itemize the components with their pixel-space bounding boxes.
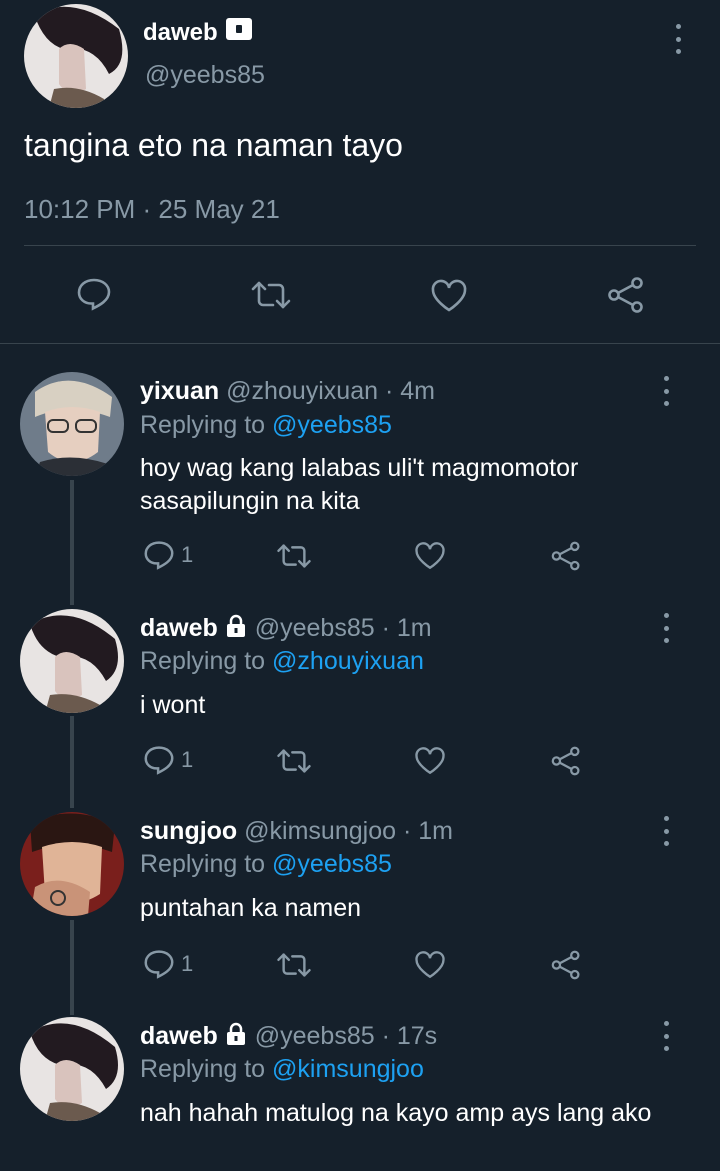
more-options-icon[interactable] [668,24,688,54]
author-handle[interactable]: @yeebs85 [145,60,265,90]
reply-handle-time: @zhouyixuan · 4m [226,377,435,405]
reply-header: sungjoo @kimsungjoo · 1m [140,816,453,846]
more-options-icon[interactable] [656,376,676,406]
reply-count: 1 [181,542,194,567]
divider [0,343,720,344]
more-options-icon[interactable] [656,816,676,846]
retweet-icon[interactable] [275,542,313,570]
reply-author-name[interactable]: daweb [140,1022,218,1050]
thread-line [70,480,74,605]
avatar[interactable] [24,4,128,108]
reply-button[interactable]: 1 [143,745,193,775]
replying-to: Replying to @yeebs85 [140,849,392,879]
reply-button[interactable]: 1 [143,540,193,570]
author-name: daweb [143,18,218,46]
reply-icon[interactable] [76,277,112,311]
like-icon[interactable] [430,279,468,313]
share-icon[interactable] [550,540,582,572]
like-icon[interactable] [414,541,446,571]
tweet-text: tangina eto na naman tayo [24,127,403,163]
reply-handle-time: @yeebs85 · 1m [254,614,432,642]
avatar[interactable] [20,372,124,476]
reply-author-name[interactable]: sungjoo [140,817,237,845]
mention-link[interactable]: @yeebs85 [272,411,392,439]
mention-link[interactable]: @zhouyixuan [272,647,424,675]
replying-to-label: Replying to [140,1055,273,1083]
reply-handle-time: @kimsungjoo · 1m [244,817,453,845]
reply-author-name[interactable]: yixuan [140,377,219,405]
thread-line [70,920,74,1015]
mention-link[interactable]: @kimsungjoo [272,1055,424,1083]
reply-text: i wont [140,691,206,719]
more-options-icon[interactable] [656,613,676,643]
share-icon[interactable] [606,276,646,314]
author-name-row: daweb [143,18,252,47]
replying-to: Replying to @zhouyixuan [140,646,424,676]
more-options-icon[interactable] [656,1021,676,1051]
avatar[interactable] [20,1017,124,1121]
mention-link[interactable]: @yeebs85 [272,850,392,878]
thread-line [70,716,74,808]
retweet-icon[interactable] [275,747,313,775]
replying-to-label: Replying to [140,850,273,878]
avatar[interactable] [20,812,124,916]
lock-icon [224,614,248,645]
divider [24,245,696,246]
reply-text: puntahan ka namen [140,894,362,922]
replying-to: Replying to @kimsungjoo [140,1054,424,1084]
replying-to: Replying to @yeebs85 [140,410,392,440]
reply-header: yixuan @zhouyixuan · 4m [140,376,435,406]
reply-icon [143,949,175,979]
share-icon[interactable] [550,745,582,777]
like-icon[interactable] [414,950,446,980]
reply-header: daweb @yeebs85 · 17s [140,1021,437,1053]
replying-to-label: Replying to [140,647,273,675]
reply-handle-time: @yeebs85 · 17s [254,1022,438,1050]
reply-text: hoy wag kang lalabas uli't magmomotor sa… [140,454,579,515]
like-icon[interactable] [414,746,446,776]
reply-button[interactable]: 1 [143,949,193,979]
retweet-icon[interactable] [275,951,313,979]
share-icon[interactable] [550,949,582,981]
reply-icon [143,540,175,570]
reply-icon [143,745,175,775]
reply-text: nah hahah matulog na kayo amp ays lang a… [140,1099,652,1127]
reply-author-name[interactable]: daweb [140,614,218,642]
lock-icon [224,1022,248,1053]
reply-count: 1 [181,951,194,976]
replying-to-label: Replying to [140,411,273,439]
reply-count: 1 [181,747,194,772]
avatar[interactable] [20,609,124,713]
tweet-timestamp[interactable]: 10:12 PM · 25 May 21 [24,193,280,225]
lock-icon [225,18,252,47]
reply-header: daweb @yeebs85 · 1m [140,613,432,645]
retweet-icon[interactable] [249,279,293,311]
